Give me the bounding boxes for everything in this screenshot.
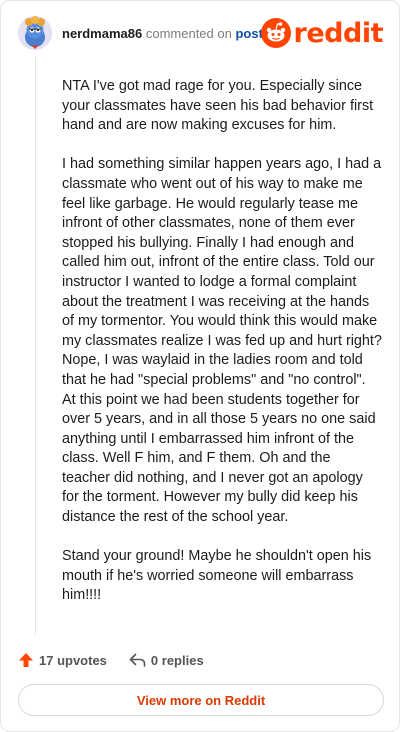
comment-paragraph: Stand your ground! Maybe he shouldn't op… <box>62 548 372 604</box>
comment-body: NTA I've got mad rage for you. Especiall… <box>62 77 382 626</box>
upvote-button[interactable]: 17 upvotes <box>18 652 107 668</box>
comment-actions: 17 upvotes 0 replies <box>18 649 204 671</box>
reply-button[interactable]: 0 replies <box>129 652 204 668</box>
upvote-count: 17 upvotes <box>39 652 107 668</box>
username-link[interactable]: nerdmama86 <box>62 26 142 41</box>
embedded-comment-card: nerdmama86 commented on post reddit NTA … <box>0 0 400 732</box>
thread-line <box>35 57 36 635</box>
reply-count: 0 replies <box>150 652 204 668</box>
comment-header: nerdmama86 commented on post reddit <box>18 14 384 52</box>
comment-paragraph: I had something similar happen years ago… <box>62 156 382 526</box>
reddit-logo[interactable]: reddit <box>260 16 384 50</box>
reply-arrow-icon <box>129 652 146 668</box>
commented-on-text: commented on <box>145 26 232 41</box>
upvote-arrow-icon <box>18 652 34 668</box>
comment-paragraph: NTA I've got mad rage for you. Especiall… <box>62 78 374 134</box>
post-link[interactable]: post <box>235 26 262 41</box>
view-more-button[interactable]: View more on Reddit <box>18 684 384 716</box>
comment-meta: nerdmama86 commented on post <box>62 26 263 42</box>
snoo-avatar-icon[interactable] <box>18 16 52 50</box>
reddit-wordmark: reddit <box>293 17 384 49</box>
reddit-alien-icon <box>260 18 291 48</box>
